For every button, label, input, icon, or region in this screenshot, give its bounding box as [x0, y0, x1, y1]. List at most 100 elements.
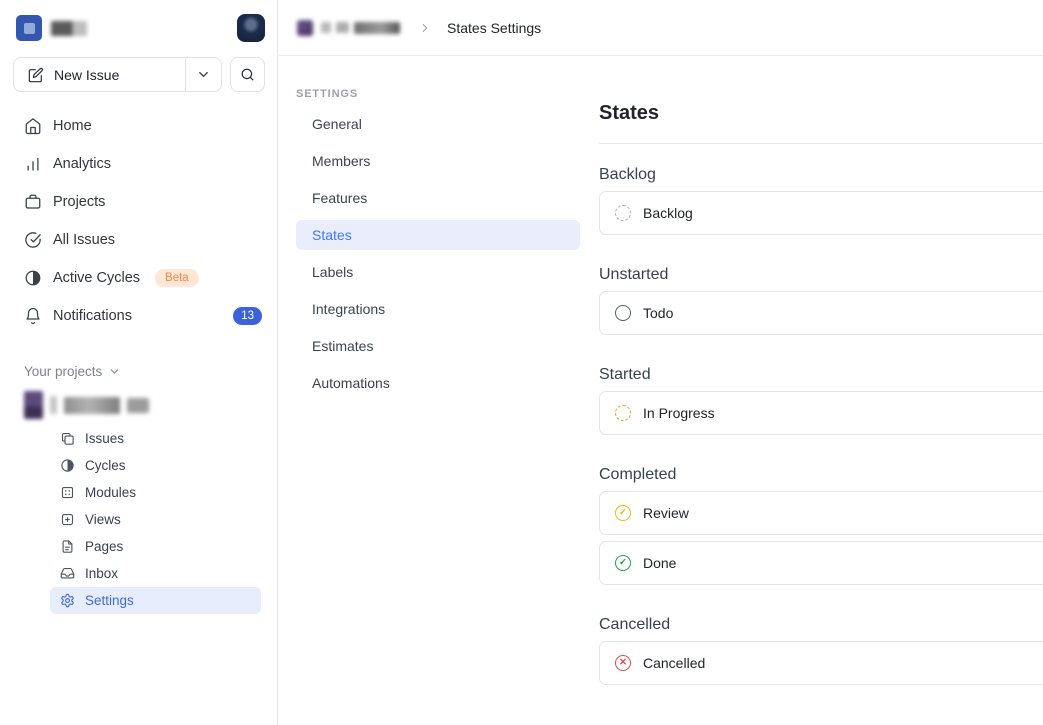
state-label: Review: [643, 505, 689, 521]
settings-tab-general[interactable]: General: [296, 109, 580, 139]
cycle-icon: [24, 269, 42, 287]
sidebar-item-analytics[interactable]: Analytics: [0, 145, 278, 183]
sidebar-item-home[interactable]: Home: [0, 107, 278, 145]
settings-tab-integrations[interactable]: Integrations: [296, 294, 580, 324]
projects-header-label: Your projects: [24, 364, 102, 379]
project-item-label: Views: [85, 512, 121, 527]
app-window: New Issue Home Analytics Projects: [0, 0, 1043, 725]
settings-tab-estimates[interactable]: Estimates: [296, 331, 580, 361]
states-group-unstarted: Unstarted Todo: [599, 265, 1043, 335]
sidebar-item-projects[interactable]: Projects: [0, 183, 278, 221]
states-group-completed: Completed ✓ Review ✓ Done: [599, 465, 1043, 585]
state-label: Cancelled: [643, 655, 705, 671]
sidebar-nav: Home Analytics Projects All Issues Activ…: [0, 107, 278, 335]
quick-actions: New Issue: [13, 57, 265, 92]
workspace-name-redacted[interactable]: [51, 21, 87, 36]
sidebar-item-label: Active Cycles: [53, 270, 140, 286]
project-item-settings[interactable]: Settings: [50, 587, 261, 614]
settings-tab-labels[interactable]: Labels: [296, 257, 580, 287]
settings-nav-header: SETTINGS: [296, 88, 580, 100]
new-issue-label: New Issue: [54, 67, 119, 83]
workspace-header: [16, 13, 265, 43]
page-title: States: [599, 100, 1043, 126]
edit-icon: [28, 67, 44, 83]
project-emoji-redacted: [24, 391, 43, 419]
group-label: Completed: [599, 465, 1043, 484]
states-group-backlog: Backlog Backlog: [599, 165, 1043, 235]
project-name-redacted: [64, 397, 120, 414]
state-label: In Progress: [643, 405, 715, 421]
state-card-in-progress[interactable]: In Progress: [599, 391, 1043, 435]
views-icon: [60, 512, 75, 527]
sidebar-item-active-cycles[interactable]: Active Cycles Beta: [0, 259, 278, 297]
state-card-todo[interactable]: Todo: [599, 291, 1043, 335]
state-card-backlog[interactable]: Backlog: [599, 191, 1043, 235]
chevron-down-icon: [108, 365, 121, 378]
breadcrumb-page-title: States Settings: [447, 20, 541, 36]
sidebar-item-notifications[interactable]: Notifications 13: [0, 297, 278, 335]
state-card-cancelled[interactable]: ✕ Cancelled: [599, 641, 1043, 685]
modules-icon: [60, 485, 75, 500]
sidebar-item-label: Home: [53, 118, 92, 134]
user-avatar[interactable]: [237, 14, 265, 42]
workspace-logo-icon: [24, 23, 35, 34]
project-item-issues[interactable]: Issues: [50, 425, 261, 452]
project-item-label: Issues: [85, 431, 124, 446]
project-item-cycles[interactable]: Cycles: [50, 452, 261, 479]
breadcrumb-project-icon-redacted[interactable]: [297, 20, 313, 36]
project-item-label: Inbox: [85, 566, 118, 581]
project-item-label: Cycles: [85, 458, 126, 473]
new-issue-dropdown-button[interactable]: [186, 58, 221, 92]
inbox-icon: [60, 566, 75, 581]
project-row-redacted[interactable]: [24, 389, 149, 421]
sidebar: New Issue Home Analytics Projects: [0, 0, 278, 725]
state-card-review[interactable]: ✓ Review: [599, 491, 1043, 535]
sidebar-item-label: Projects: [53, 194, 105, 210]
divider: [599, 143, 1043, 144]
search-button[interactable]: [230, 57, 265, 92]
state-circle-dashed-icon: [615, 405, 631, 421]
pages-icon: [60, 539, 75, 554]
project-item-views[interactable]: Views: [50, 506, 261, 533]
state-circle-dashed-icon: [615, 205, 631, 221]
cycle-icon: [60, 458, 75, 473]
state-x-circle-icon: ✕: [615, 655, 631, 671]
analytics-icon: [24, 155, 42, 173]
beta-badge: Beta: [155, 269, 199, 287]
breadcrumb: States Settings: [279, 0, 1043, 56]
project-item-pages[interactable]: Pages: [50, 533, 261, 560]
sidebar-item-all-issues[interactable]: All Issues: [0, 221, 278, 259]
group-label: Cancelled: [599, 615, 1043, 634]
search-icon: [240, 67, 255, 82]
project-item-modules[interactable]: Modules: [50, 479, 261, 506]
check-circle-icon: [24, 231, 42, 249]
sidebar-item-label: Analytics: [53, 156, 111, 172]
briefcase-icon: [24, 193, 42, 211]
settings-tab-members[interactable]: Members: [296, 146, 580, 176]
settings-nav: SETTINGS General Members Features States…: [296, 88, 580, 405]
project-name-redacted: [127, 398, 149, 413]
state-label: Backlog: [643, 205, 693, 221]
group-label: Unstarted: [599, 265, 1043, 284]
settings-tab-features[interactable]: Features: [296, 183, 580, 213]
project-item-label: Settings: [85, 593, 134, 608]
settings-tab-automations[interactable]: Automations: [296, 368, 580, 398]
states-panel: States Backlog Backlog Unstarted Todo St…: [599, 56, 1043, 685]
chevron-down-icon: [196, 67, 211, 82]
group-label: Backlog: [599, 165, 1043, 184]
gear-icon: [60, 593, 75, 608]
breadcrumb-project-name-redacted[interactable]: [321, 22, 400, 34]
state-check-circle-icon: ✓: [615, 555, 631, 571]
project-item-inbox[interactable]: Inbox: [50, 560, 261, 587]
new-issue-button[interactable]: New Issue: [13, 57, 222, 92]
home-icon: [24, 117, 42, 135]
project-subnav: Issues Cycles Modules Views Pages Inbox: [50, 425, 261, 614]
group-label: Started: [599, 365, 1043, 384]
project-item-label: Pages: [85, 539, 123, 554]
state-card-done[interactable]: ✓ Done: [599, 541, 1043, 585]
workspace-logo[interactable]: [16, 15, 42, 41]
bell-icon: [24, 307, 42, 325]
projects-section-header[interactable]: Your projects: [24, 364, 121, 379]
notification-count-badge: 13: [233, 307, 262, 325]
settings-tab-states[interactable]: States: [296, 220, 580, 250]
